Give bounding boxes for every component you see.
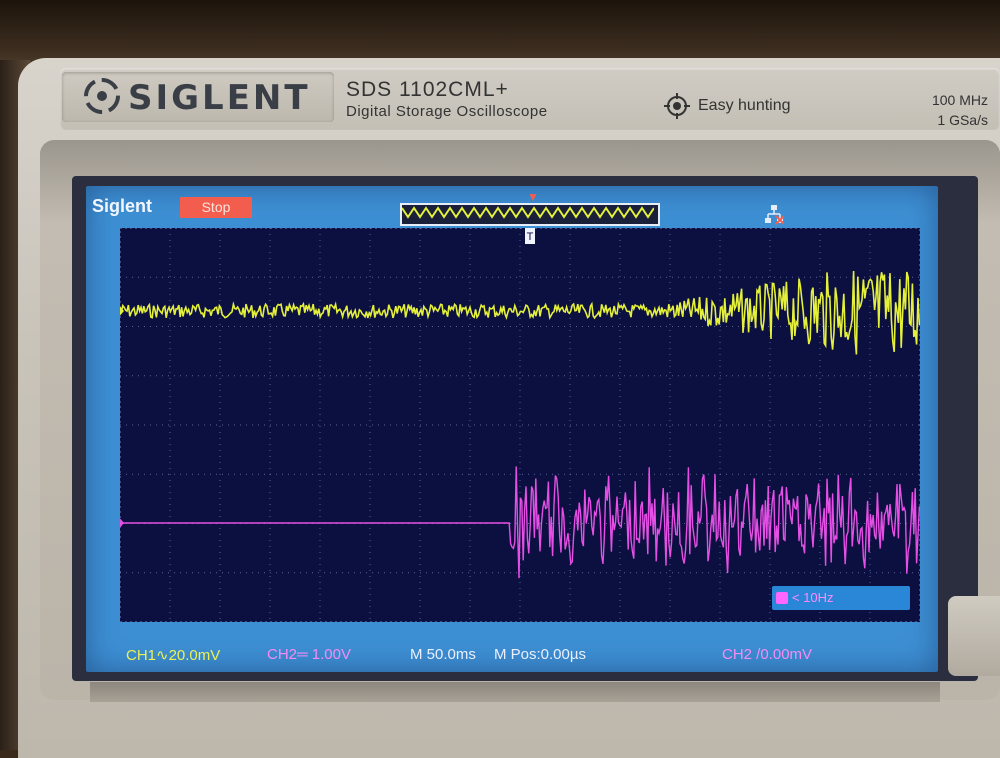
channel1-trace [119, 270, 921, 355]
bandwidth-spec: 100 MHz [931, 92, 988, 108]
model-name: SDS 1102CML+ [346, 78, 509, 101]
ch1-scale: CH1∿20.0mV [126, 647, 221, 664]
siglent-logo-icon [84, 78, 120, 114]
lower-bezel [90, 682, 940, 702]
horizontal-position: M Pos:0.00µs [494, 646, 587, 663]
channel2-dot-icon [776, 592, 788, 604]
waveform-display: T [106, 226, 921, 622]
ch2-scale: CH2═ 1.00V [267, 646, 352, 663]
feature-label: Easy hunting [698, 97, 791, 114]
brand-logo-text: SIGLENT [128, 78, 311, 118]
crosshair-icon [664, 93, 690, 119]
frequency-value: < 10Hz [792, 590, 834, 605]
run-stop-status[interactable]: Stop [180, 197, 252, 218]
sample-rate-spec: 1 GSa/s [937, 112, 988, 128]
product-subtitle: Digital Storage Oscilloscope [346, 103, 548, 120]
trigger-time-marker-label: T [527, 231, 534, 243]
channel2-trace [120, 466, 921, 579]
timebase: M 50.0ms [410, 646, 476, 663]
memory-waveform-preview [401, 206, 655, 219]
trigger-position-marker: ▼ [527, 190, 539, 204]
waveform-grid: T [106, 226, 921, 622]
channel2-marker [106, 516, 124, 530]
screen-brand: Siglent [92, 196, 153, 216]
side-panel [948, 596, 1000, 676]
trigger-level: CH2 /0.00mV [722, 646, 813, 663]
frequency-readout: < 10Hz [772, 586, 910, 610]
network-icon [765, 205, 784, 225]
lcd-screen: Siglent Stop ▼ T < 10Hz CH1∿20.0mV CH2═ … [86, 186, 938, 672]
memory-depth-bar [400, 203, 660, 226]
